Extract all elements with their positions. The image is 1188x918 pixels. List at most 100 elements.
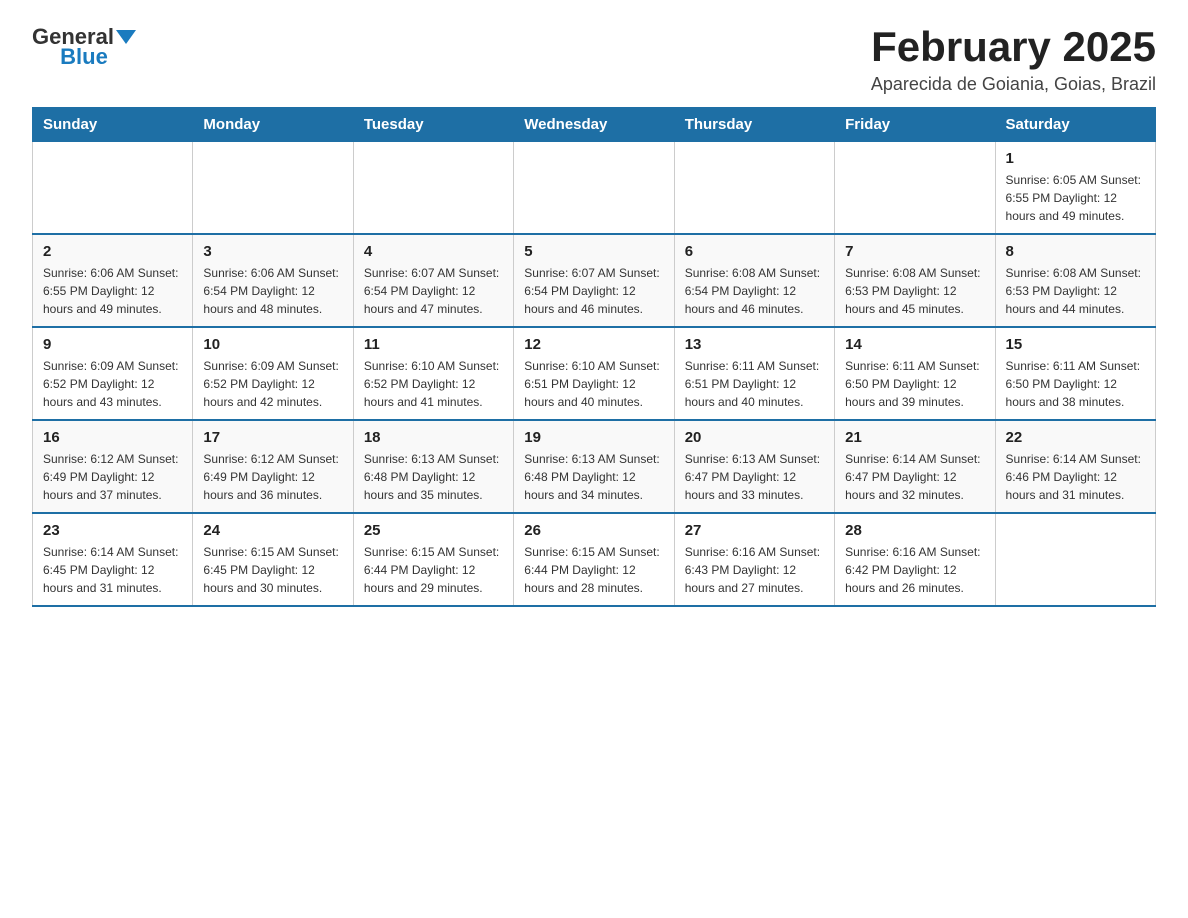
day-number: 25 (364, 522, 503, 539)
calendar-cell: 16 Sunrise: 6:12 AM Sunset: 6:49 PM Dayli… (33, 420, 193, 513)
day-number: 28 (845, 522, 984, 539)
calendar-cell (514, 142, 674, 235)
day-info: Sunrise: 6:10 AM Sunset: 6:52 PM Dayligh… (364, 357, 503, 411)
day-number: 8 (1006, 243, 1145, 260)
day-number: 10 (203, 336, 342, 353)
logo-blue-text: Blue (60, 44, 108, 70)
calendar-cell: 11 Sunrise: 6:10 AM Sunset: 6:52 PM Dayli… (353, 327, 513, 420)
calendar-cell: 26 Sunrise: 6:15 AM Sunset: 6:44 PM Dayli… (514, 513, 674, 606)
calendar-cell: 7 Sunrise: 6:08 AM Sunset: 6:53 PM Daylig… (835, 234, 995, 327)
calendar-cell: 27 Sunrise: 6:16 AM Sunset: 6:43 PM Dayli… (674, 513, 834, 606)
day-number: 1 (1006, 150, 1145, 167)
day-info: Sunrise: 6:16 AM Sunset: 6:43 PM Dayligh… (685, 543, 824, 597)
month-title: February 2025 (871, 24, 1156, 70)
day-info: Sunrise: 6:08 AM Sunset: 6:53 PM Dayligh… (1006, 264, 1145, 318)
calendar-cell: 20 Sunrise: 6:13 AM Sunset: 6:47 PM Dayli… (674, 420, 834, 513)
day-info: Sunrise: 6:11 AM Sunset: 6:50 PM Dayligh… (1006, 357, 1145, 411)
weekday-header-friday: Friday (835, 108, 995, 142)
day-info: Sunrise: 6:13 AM Sunset: 6:48 PM Dayligh… (524, 450, 663, 504)
day-info: Sunrise: 6:05 AM Sunset: 6:55 PM Dayligh… (1006, 171, 1145, 225)
calendar-cell: 4Sunrise: 6:07 AM Sunset: 6:54 PM Daylig… (353, 234, 513, 327)
calendar-cell: 12 Sunrise: 6:10 AM Sunset: 6:51 PM Dayli… (514, 327, 674, 420)
day-number: 3 (203, 243, 342, 260)
day-info: Sunrise: 6:12 AM Sunset: 6:49 PM Dayligh… (43, 450, 182, 504)
day-info: Sunrise: 6:06 AM Sunset: 6:55 PM Dayligh… (43, 264, 182, 318)
calendar-row-1: 2 Sunrise: 6:06 AM Sunset: 6:55 PM Daylig… (33, 234, 1156, 327)
day-number: 18 (364, 429, 503, 446)
calendar-cell (995, 513, 1155, 606)
day-number: 22 (1006, 429, 1145, 446)
day-number: 12 (524, 336, 663, 353)
day-number: 27 (685, 522, 824, 539)
calendar-cell: 5 Sunrise: 6:07 AM Sunset: 6:54 PM Daylig… (514, 234, 674, 327)
calendar-cell: 3 Sunrise: 6:06 AM Sunset: 6:54 PM Daylig… (193, 234, 353, 327)
day-info: Sunrise: 6:08 AM Sunset: 6:54 PM Dayligh… (685, 264, 824, 318)
calendar-cell: 9 Sunrise: 6:09 AM Sunset: 6:52 PM Daylig… (33, 327, 193, 420)
day-info: Sunrise: 6:08 AM Sunset: 6:53 PM Dayligh… (845, 264, 984, 318)
day-number: 20 (685, 429, 824, 446)
logo-triangle-icon (116, 30, 136, 44)
calendar-cell: 14Sunrise: 6:11 AM Sunset: 6:50 PM Dayli… (835, 327, 995, 420)
location-subtitle: Aparecida de Goiania, Goias, Brazil (871, 74, 1156, 95)
calendar-cell: 2 Sunrise: 6:06 AM Sunset: 6:55 PM Daylig… (33, 234, 193, 327)
day-info: Sunrise: 6:09 AM Sunset: 6:52 PM Dayligh… (43, 357, 182, 411)
calendar-row-3: 16 Sunrise: 6:12 AM Sunset: 6:49 PM Dayli… (33, 420, 1156, 513)
calendar-cell: 13 Sunrise: 6:11 AM Sunset: 6:51 PM Dayli… (674, 327, 834, 420)
day-info: Sunrise: 6:09 AM Sunset: 6:52 PM Dayligh… (203, 357, 342, 411)
weekday-header-sunday: Sunday (33, 108, 193, 142)
calendar-header: SundayMondayTuesdayWednesdayThursdayFrid… (33, 108, 1156, 142)
calendar-table: SundayMondayTuesdayWednesdayThursdayFrid… (32, 107, 1156, 607)
calendar-cell (835, 142, 995, 235)
calendar-cell: 24Sunrise: 6:15 AM Sunset: 6:45 PM Dayli… (193, 513, 353, 606)
day-info: Sunrise: 6:07 AM Sunset: 6:54 PM Dayligh… (524, 264, 663, 318)
calendar-cell (674, 142, 834, 235)
day-number: 16 (43, 429, 182, 446)
weekday-header-tuesday: Tuesday (353, 108, 513, 142)
calendar-cell: 22 Sunrise: 6:14 AM Sunset: 6:46 PM Dayli… (995, 420, 1155, 513)
calendar-cell: 28Sunrise: 6:16 AM Sunset: 6:42 PM Dayli… (835, 513, 995, 606)
day-info: Sunrise: 6:15 AM Sunset: 6:44 PM Dayligh… (524, 543, 663, 597)
day-number: 9 (43, 336, 182, 353)
page-header: General Blue February 2025 Aparecida de … (32, 24, 1156, 95)
calendar-cell (33, 142, 193, 235)
weekday-header-thursday: Thursday (674, 108, 834, 142)
day-info: Sunrise: 6:14 AM Sunset: 6:45 PM Dayligh… (43, 543, 182, 597)
title-block: February 2025 Aparecida de Goiania, Goia… (871, 24, 1156, 95)
day-info: Sunrise: 6:13 AM Sunset: 6:47 PM Dayligh… (685, 450, 824, 504)
day-number: 13 (685, 336, 824, 353)
calendar-cell: 18 Sunrise: 6:13 AM Sunset: 6:48 PM Dayli… (353, 420, 513, 513)
day-info: Sunrise: 6:13 AM Sunset: 6:48 PM Dayligh… (364, 450, 503, 504)
day-info: Sunrise: 6:11 AM Sunset: 6:51 PM Dayligh… (685, 357, 824, 411)
day-info: Sunrise: 6:11 AM Sunset: 6:50 PM Dayligh… (845, 357, 984, 411)
calendar-row-2: 9 Sunrise: 6:09 AM Sunset: 6:52 PM Daylig… (33, 327, 1156, 420)
calendar-cell: 6 Sunrise: 6:08 AM Sunset: 6:54 PM Daylig… (674, 234, 834, 327)
day-info: Sunrise: 6:12 AM Sunset: 6:49 PM Dayligh… (203, 450, 342, 504)
day-number: 6 (685, 243, 824, 260)
weekday-header-saturday: Saturday (995, 108, 1155, 142)
calendar-cell (353, 142, 513, 235)
day-number: 5 (524, 243, 663, 260)
day-number: 19 (524, 429, 663, 446)
day-number: 21 (845, 429, 984, 446)
day-info: Sunrise: 6:07 AM Sunset: 6:54 PM Dayligh… (364, 264, 503, 318)
calendar-cell: 21 Sunrise: 6:14 AM Sunset: 6:47 PM Dayli… (835, 420, 995, 513)
calendar-row-0: 1 Sunrise: 6:05 AM Sunset: 6:55 PM Daylig… (33, 142, 1156, 235)
calendar-row-4: 23Sunrise: 6:14 AM Sunset: 6:45 PM Dayli… (33, 513, 1156, 606)
calendar-cell (193, 142, 353, 235)
calendar-cell: 8 Sunrise: 6:08 AM Sunset: 6:53 PM Daylig… (995, 234, 1155, 327)
day-info: Sunrise: 6:14 AM Sunset: 6:46 PM Dayligh… (1006, 450, 1145, 504)
calendar-body: 1 Sunrise: 6:05 AM Sunset: 6:55 PM Daylig… (33, 142, 1156, 607)
day-number: 7 (845, 243, 984, 260)
calendar-cell: 19 Sunrise: 6:13 AM Sunset: 6:48 PM Dayli… (514, 420, 674, 513)
calendar-cell: 1 Sunrise: 6:05 AM Sunset: 6:55 PM Daylig… (995, 142, 1155, 235)
weekday-header-monday: Monday (193, 108, 353, 142)
day-number: 2 (43, 243, 182, 260)
day-info: Sunrise: 6:14 AM Sunset: 6:47 PM Dayligh… (845, 450, 984, 504)
day-info: Sunrise: 6:06 AM Sunset: 6:54 PM Dayligh… (203, 264, 342, 318)
day-number: 11 (364, 336, 503, 353)
weekday-header-row: SundayMondayTuesdayWednesdayThursdayFrid… (33, 108, 1156, 142)
day-info: Sunrise: 6:10 AM Sunset: 6:51 PM Dayligh… (524, 357, 663, 411)
calendar-cell: 23Sunrise: 6:14 AM Sunset: 6:45 PM Dayli… (33, 513, 193, 606)
day-number: 26 (524, 522, 663, 539)
calendar-cell: 17Sunrise: 6:12 AM Sunset: 6:49 PM Dayli… (193, 420, 353, 513)
